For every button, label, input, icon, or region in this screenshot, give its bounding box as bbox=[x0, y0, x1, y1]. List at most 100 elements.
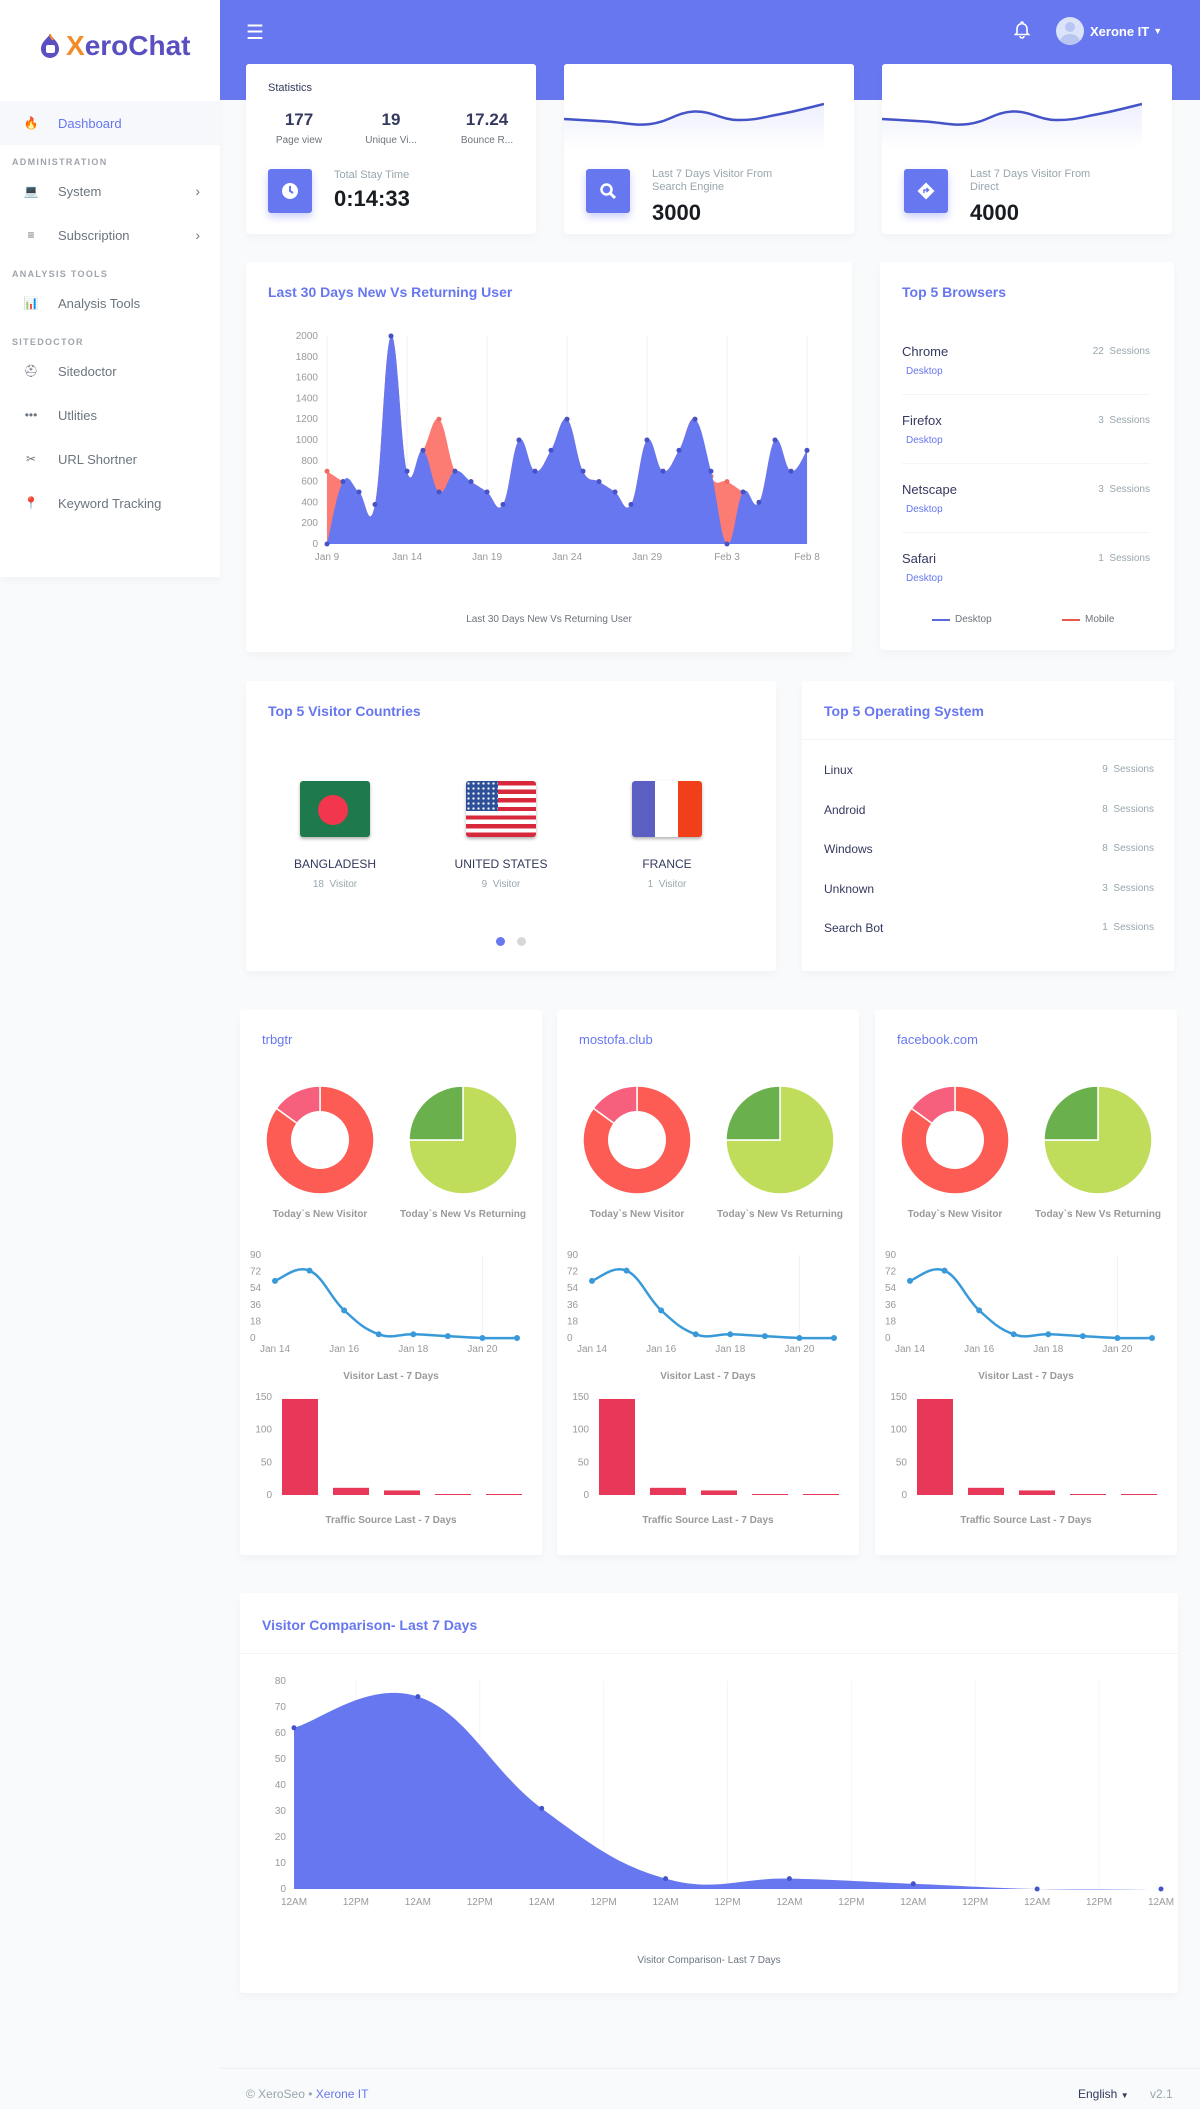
france-flag-icon bbox=[632, 781, 702, 837]
direct-label: Last 7 Days Visitor From Direct bbox=[970, 168, 1090, 194]
y-tick-label: 54 bbox=[885, 1283, 897, 1294]
y-tick-label: 1400 bbox=[296, 393, 319, 404]
y-tick-label: 2000 bbox=[296, 331, 319, 342]
bar bbox=[1121, 1494, 1157, 1495]
y-tick-label: 0 bbox=[266, 1490, 272, 1501]
data-point bbox=[532, 468, 538, 474]
sidebar-item-label: Keyword Tracking bbox=[58, 495, 162, 511]
os-name: Search Bot bbox=[824, 921, 884, 935]
sidebar-item-label: Analysis Tools bbox=[58, 295, 141, 311]
site-name[interactable]: facebook.com bbox=[897, 1032, 978, 1047]
data-point bbox=[910, 1881, 916, 1887]
legend-desktop[interactable]: Desktop bbox=[932, 614, 992, 625]
pie-slice bbox=[725, 1085, 781, 1141]
sidebar-item-url-shortner[interactable]: ✂ URL Shortner bbox=[0, 437, 220, 481]
x-tick-label: 12PM bbox=[343, 1897, 369, 1908]
x-tick-label: 12PM bbox=[714, 1897, 740, 1908]
legend-mobile[interactable]: Mobile bbox=[1062, 614, 1114, 625]
x-tick-label: Jan 14 bbox=[260, 1344, 290, 1355]
y-tick-label: 0 bbox=[250, 1333, 256, 1344]
site-charts: Today`s New Visitor Today`s New Vs Return… bbox=[885, 1085, 1161, 1526]
new-vs-returning-chart: 0 200 400 600 800 1000 1200 1400 1600 1800 2000 Jan… bbox=[296, 331, 820, 563]
data-point bbox=[548, 447, 554, 453]
statistics-card: Statistics 177 Page view 19 Unique Vi...… bbox=[246, 64, 536, 234]
data-point bbox=[1034, 1886, 1040, 1892]
sidebar-item-system[interactable]: 💻 System › bbox=[0, 169, 220, 213]
data-point bbox=[1079, 1333, 1086, 1340]
clock-icon bbox=[282, 183, 298, 199]
sidebar-item-utlities[interactable]: ••• Utlities bbox=[0, 393, 220, 437]
x-tick-label: Jan 29 bbox=[632, 552, 662, 563]
bar bbox=[282, 1398, 318, 1495]
data-point bbox=[436, 489, 442, 495]
data-point bbox=[539, 1805, 545, 1811]
data-point bbox=[612, 489, 618, 495]
y-tick-label: 54 bbox=[250, 1283, 262, 1294]
data-point bbox=[436, 416, 442, 422]
cut-icon: ✂ bbox=[25, 452, 37, 466]
data-point bbox=[786, 1876, 792, 1882]
os-item: Linux 9 Sessions bbox=[824, 763, 1154, 777]
sidebar-item-dashboard[interactable]: 🔥 Dashboard bbox=[0, 101, 220, 145]
x-tick-label: 12AM bbox=[1024, 1897, 1050, 1908]
menu-toggle-icon[interactable]: ☰ bbox=[246, 20, 264, 45]
visitor-comparison-caption: Visitor Comparison- Last 7 Days bbox=[637, 1955, 781, 1966]
carousel-dot-2[interactable] bbox=[517, 937, 526, 946]
sidebar-item-keyword-tracking[interactable]: 📍 Keyword Tracking bbox=[0, 481, 220, 525]
bar bbox=[435, 1494, 471, 1495]
data-point bbox=[724, 541, 730, 547]
y-tick-label: 1200 bbox=[296, 414, 319, 425]
browsers-title: Top 5 Browsers bbox=[902, 284, 1006, 300]
os-sessions: 3 Sessions bbox=[1102, 882, 1154, 894]
data-point bbox=[452, 468, 458, 474]
sidebar-item-sitedoctor[interactable]: ⛑ Sitedoctor bbox=[0, 349, 220, 393]
os-sessions: 1 Sessions bbox=[1102, 922, 1154, 933]
divider bbox=[902, 532, 1150, 533]
direct-label-line2: Direct bbox=[970, 181, 999, 193]
x-tick-label: Jan 16 bbox=[329, 1344, 359, 1355]
data-point bbox=[727, 1331, 734, 1338]
country-visitors: 1 Visitor bbox=[647, 879, 687, 890]
y-tick-label: 60 bbox=[275, 1728, 287, 1739]
sidebar-item-analysis-tools[interactable]: 📊 Analysis Tools bbox=[0, 281, 220, 325]
browser-device-type: Desktop bbox=[906, 435, 943, 446]
sidebar-item-label: Utlities bbox=[58, 407, 98, 423]
country-visitors: 18 Visitor bbox=[312, 879, 358, 890]
data-point bbox=[1114, 1335, 1121, 1341]
x-tick-label: 12PM bbox=[838, 1897, 864, 1908]
language-select[interactable]: English ▼ bbox=[1078, 2087, 1129, 2101]
x-tick-label: Jan 20 bbox=[1102, 1344, 1132, 1355]
bell-icon[interactable] bbox=[1012, 20, 1032, 40]
carousel-dot-1[interactable] bbox=[496, 937, 505, 946]
data-point bbox=[375, 1331, 382, 1338]
bar bbox=[701, 1490, 737, 1495]
company-link[interactable]: Xerone IT bbox=[316, 2087, 369, 2101]
user-menu[interactable]: Xerone IT ▼ bbox=[1056, 17, 1162, 45]
bar bbox=[650, 1487, 686, 1495]
data-point bbox=[623, 1267, 630, 1274]
country-name: FRANCE bbox=[642, 857, 692, 871]
x-tick-label: Jan 24 bbox=[552, 552, 582, 563]
sidebar-item-subscription[interactable]: ≡ Subscription › bbox=[0, 213, 220, 257]
y-tick-label: 100 bbox=[572, 1425, 589, 1436]
y-tick-label: 72 bbox=[567, 1267, 579, 1278]
countries-card: Top 5 Visitor Countries BANGLADESH 18 Vi… bbox=[246, 681, 776, 971]
site-name[interactable]: mostofa.club bbox=[579, 1032, 653, 1047]
direct-card: Last 7 Days Visitor From Direct 4000 bbox=[882, 64, 1172, 234]
sidebar-item-label: Sitedoctor bbox=[58, 363, 117, 379]
data-point bbox=[831, 1335, 837, 1341]
legend-mobile-label: Mobile bbox=[1085, 614, 1115, 625]
sidebar-section-header: ANALYSIS TOOLS bbox=[12, 269, 109, 279]
medkit-icon: ⛑ bbox=[23, 364, 39, 378]
data-point bbox=[516, 437, 522, 443]
os-item: Unknown 3 Sessions bbox=[824, 882, 1154, 896]
os-name: Linux bbox=[824, 763, 853, 777]
visitor-line bbox=[909, 1268, 1153, 1340]
donut-hole bbox=[926, 1111, 984, 1169]
site-name[interactable]: trbgtr bbox=[262, 1032, 292, 1047]
browser-device-type: Desktop bbox=[906, 504, 943, 515]
data-point bbox=[1149, 1335, 1155, 1341]
page-view-value: 177 bbox=[284, 110, 314, 129]
app-logo[interactable]: XeroChat bbox=[38, 30, 190, 62]
bar bbox=[803, 1494, 839, 1495]
